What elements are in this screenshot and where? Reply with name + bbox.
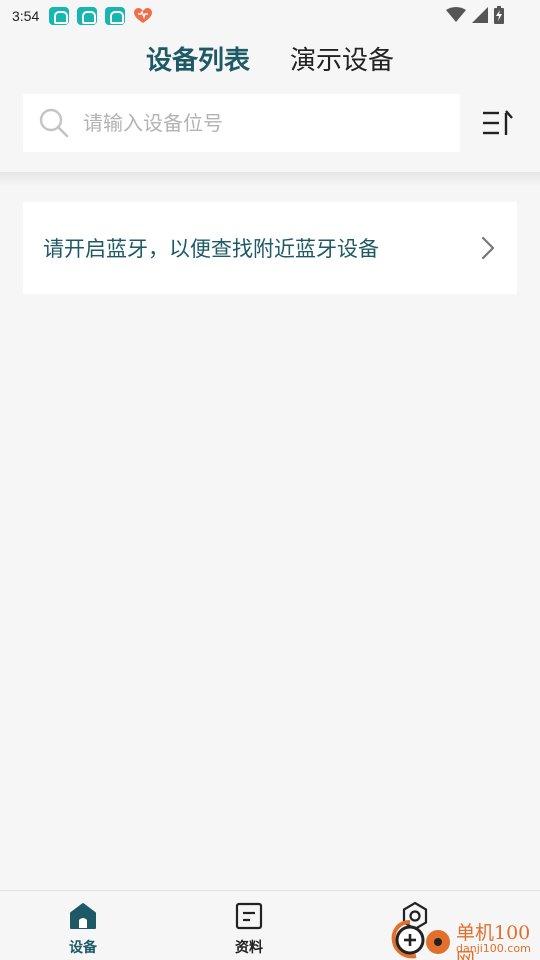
tab-demo-devices[interactable]: 演示设备	[290, 44, 394, 88]
watermark-url: danji100.com	[456, 942, 531, 955]
signal-icon	[472, 7, 488, 23]
watermark-logo	[391, 920, 450, 959]
wifi-icon	[446, 7, 466, 22]
sort-icon	[483, 110, 513, 135]
watermark: 单机100网 danji100.com	[390, 896, 540, 960]
sort-button[interactable]	[478, 106, 516, 140]
battery-icon	[494, 6, 504, 24]
nav-label: 资料	[235, 940, 263, 956]
tab-device-list[interactable]: 设备列表	[145, 44, 250, 98]
home-icon	[70, 903, 96, 929]
status-bar: 3:54	[0, 0, 540, 32]
notification-app-icon	[77, 7, 98, 25]
bluetooth-prompt-text: 请开启蓝牙，以便查找附近蓝牙设备	[43, 237, 379, 261]
tab-label: 设备列表	[145, 46, 250, 76]
status-time: 3:54	[12, 8, 40, 24]
nav-item-documents[interactable]: 资料	[166, 891, 332, 960]
search-input[interactable]	[83, 111, 423, 135]
tab-label: 演示设备	[290, 46, 395, 76]
document-icon	[235, 902, 263, 930]
notification-app-icon	[105, 7, 126, 25]
search-box[interactable]	[23, 94, 460, 152]
nav-item-devices[interactable]: 设备	[0, 891, 166, 960]
notification-app-icon	[49, 7, 70, 25]
header: 设备列表 演示设备	[0, 32, 540, 172]
header-shadow	[0, 172, 540, 186]
status-indicators	[446, 6, 504, 24]
bluetooth-prompt-card[interactable]: 请开启蓝牙，以便查找附近蓝牙设备	[23, 202, 517, 294]
chevron-right-icon	[481, 236, 495, 260]
tab-bar: 设备列表 演示设备	[0, 44, 540, 98]
search-icon	[39, 108, 69, 138]
nav-label: 设备	[69, 940, 97, 956]
heart-icon	[134, 8, 153, 23]
